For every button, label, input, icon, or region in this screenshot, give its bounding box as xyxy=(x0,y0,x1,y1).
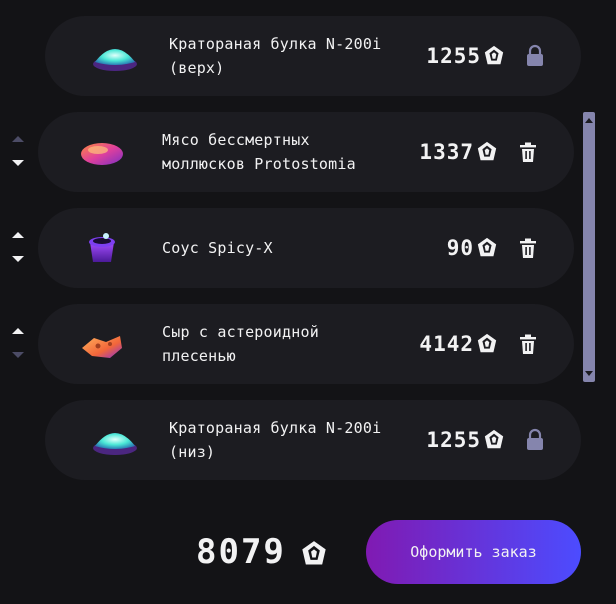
trash-icon[interactable] xyxy=(516,236,540,260)
bottom-bun-card: Кратораная булка N-200i (низ) 1255 xyxy=(45,400,581,480)
meat-image xyxy=(81,143,123,165)
lock-icon xyxy=(527,428,543,450)
filling-card[interactable]: Мясо бессмертных моллюсков Protostomia 1… xyxy=(38,112,574,192)
drag-handle[interactable] xyxy=(10,134,26,170)
crystal-currency-icon xyxy=(477,333,497,353)
ingredient-name: Кратораная булка N-200i (низ) xyxy=(169,419,382,461)
ingredient-name: Кратораная булка N-200i (верх) xyxy=(169,35,382,77)
ingredient-price: 1255 xyxy=(426,44,481,68)
drag-handle[interactable] xyxy=(10,326,26,362)
crystal-currency-icon xyxy=(302,541,326,565)
ingredient-name: Соус Spicy-X xyxy=(162,239,273,257)
arrow-up-icon[interactable] xyxy=(10,326,26,336)
scroll-down-arrow-icon[interactable] xyxy=(583,370,595,378)
bun-image xyxy=(93,433,137,455)
crystal-currency-icon xyxy=(477,237,497,257)
bun-image xyxy=(93,49,137,71)
top-bun-card: Кратораная булка N-200i (верх) 1255 xyxy=(45,16,581,96)
ingredient-price: 1255 xyxy=(426,428,481,452)
arrow-up-icon[interactable] xyxy=(10,134,26,144)
place-order-button[interactable]: Оформить заказ xyxy=(366,520,581,584)
trash-icon[interactable] xyxy=(516,140,540,164)
arrow-down-icon[interactable] xyxy=(10,158,26,168)
scroll-up-arrow-icon[interactable] xyxy=(583,116,595,124)
ingredient-name: Сыр с астероидной плесенью xyxy=(162,323,319,365)
crystal-currency-icon xyxy=(484,429,504,449)
arrow-down-icon[interactable] xyxy=(10,254,26,264)
sauce-image xyxy=(89,233,115,262)
filling-card[interactable]: Соус Spicy-X 90 xyxy=(38,208,574,288)
ingredient-price: 1337 xyxy=(419,140,474,164)
ingredient-price: 4142 xyxy=(419,332,474,356)
order-total: 8079 xyxy=(196,532,286,572)
ingredient-price: 90 xyxy=(446,236,474,260)
cheese-image xyxy=(82,336,122,358)
ingredient-name: Мясо бессмертных моллюсков Protostomia xyxy=(162,131,356,173)
scrollbar[interactable] xyxy=(583,112,595,382)
arrow-up-icon[interactable] xyxy=(10,230,26,240)
crystal-currency-icon xyxy=(484,45,504,65)
trash-icon[interactable] xyxy=(516,332,540,356)
crystal-currency-icon xyxy=(477,141,497,161)
drag-handle[interactable] xyxy=(10,230,26,266)
lock-icon xyxy=(527,44,543,66)
arrow-down-icon[interactable] xyxy=(10,350,26,360)
filling-card[interactable]: Сыр с астероидной плесенью 4142 xyxy=(38,304,574,384)
